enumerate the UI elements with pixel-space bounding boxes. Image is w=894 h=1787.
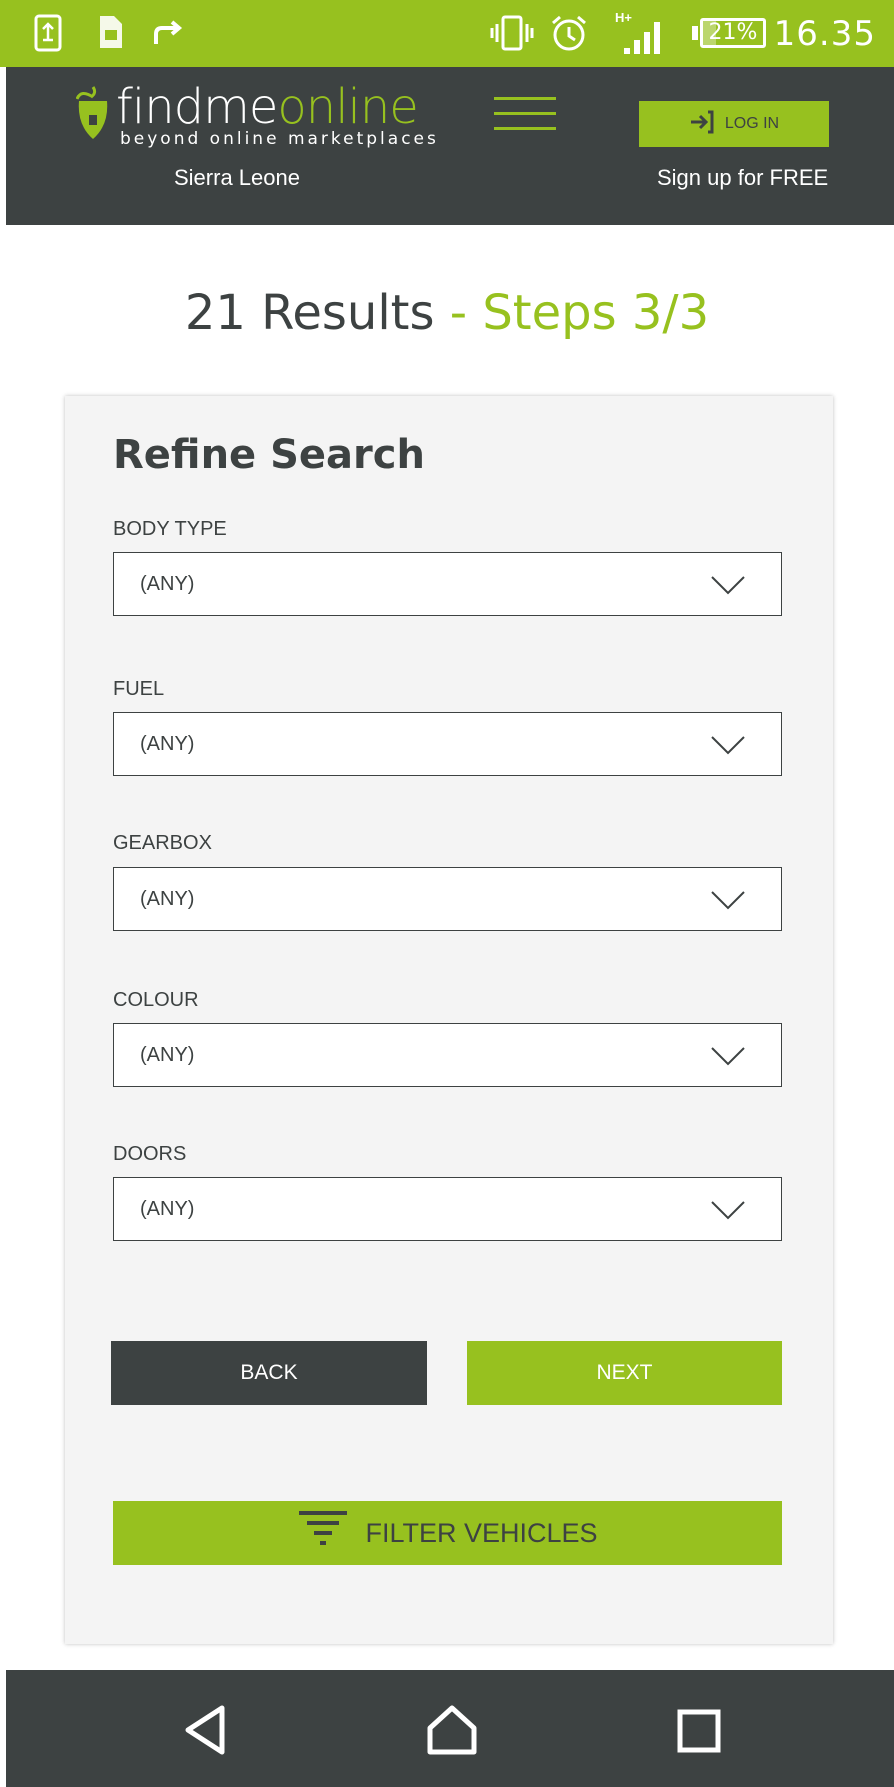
logo-tagline: beyond online marketplaces [120, 129, 439, 149]
results-count: 21 Results [184, 285, 435, 341]
next-button[interactable]: NEXT [467, 1341, 782, 1405]
select-value: (ANY) [140, 1198, 195, 1220]
recents-nav-icon[interactable] [676, 1708, 722, 1759]
home-nav-icon[interactable] [426, 1704, 478, 1761]
colour-label: COLOUR [113, 989, 199, 1011]
results-heading: 21 Results - Steps 3/3 [0, 285, 894, 341]
battery-icon: 21% [700, 18, 766, 48]
login-label: LOG IN [724, 115, 780, 132]
doors-label: DOORS [113, 1143, 187, 1165]
country-label[interactable]: Sierra Leone [174, 165, 300, 191]
select-value: (ANY) [140, 1044, 195, 1066]
chevron-down-icon [711, 575, 745, 600]
clock: 16.35 [773, 14, 876, 54]
doors-select[interactable]: (ANY) [113, 1177, 782, 1241]
login-icon [689, 110, 715, 139]
site-header: findmeonline beyond online marketplaces … [6, 67, 894, 225]
filter-vehicles-label: FILTER VEHICLES [365, 1517, 598, 1548]
status-bar: H+ 21% 16.35 [0, 0, 894, 67]
gearbox-label: GEARBOX [113, 832, 212, 854]
body-type-label: BODY TYPE [113, 518, 227, 540]
chevron-down-icon [711, 890, 745, 915]
screenshot-icon [34, 14, 62, 57]
sim-icon [98, 14, 124, 55]
navigation-bar [6, 1670, 894, 1787]
logo-word-accent: online [277, 79, 418, 135]
chevron-down-icon [711, 1046, 745, 1071]
acorn-logo-icon [75, 85, 110, 148]
battery-percent: 21% [708, 20, 758, 45]
refine-search-card: Refine Search BODY TYPE (ANY) FUEL (ANY)… [65, 396, 833, 1644]
login-button[interactable]: LOG IN [639, 101, 829, 147]
steps-indicator: - Steps 3/3 [434, 285, 710, 341]
fuel-select[interactable]: (ANY) [113, 712, 782, 776]
share-arrow-icon [150, 14, 186, 55]
filter-vehicles-button[interactable]: FILTER VEHICLES [113, 1501, 782, 1565]
chevron-down-icon [711, 1200, 745, 1225]
alarm-icon [550, 14, 588, 57]
select-value: (ANY) [140, 733, 195, 755]
signup-link[interactable]: Sign up for FREE [657, 165, 828, 191]
signal-icon [620, 18, 664, 61]
select-value: (ANY) [140, 888, 195, 910]
back-nav-icon[interactable] [182, 1704, 230, 1761]
gearbox-select[interactable]: (ANY) [113, 867, 782, 931]
vibrate-icon [490, 14, 534, 57]
colour-select[interactable]: (ANY) [113, 1023, 782, 1087]
card-title: Refine Search [113, 432, 425, 478]
chevron-down-icon [711, 735, 745, 760]
body-type-select[interactable]: (ANY) [113, 552, 782, 616]
filter-icon [297, 1510, 349, 1557]
logo-word-main: findme [116, 79, 278, 135]
fuel-label: FUEL [113, 678, 165, 700]
menu-icon[interactable] [494, 97, 556, 145]
back-button[interactable]: BACK [111, 1341, 427, 1405]
select-value: (ANY) [140, 573, 195, 595]
